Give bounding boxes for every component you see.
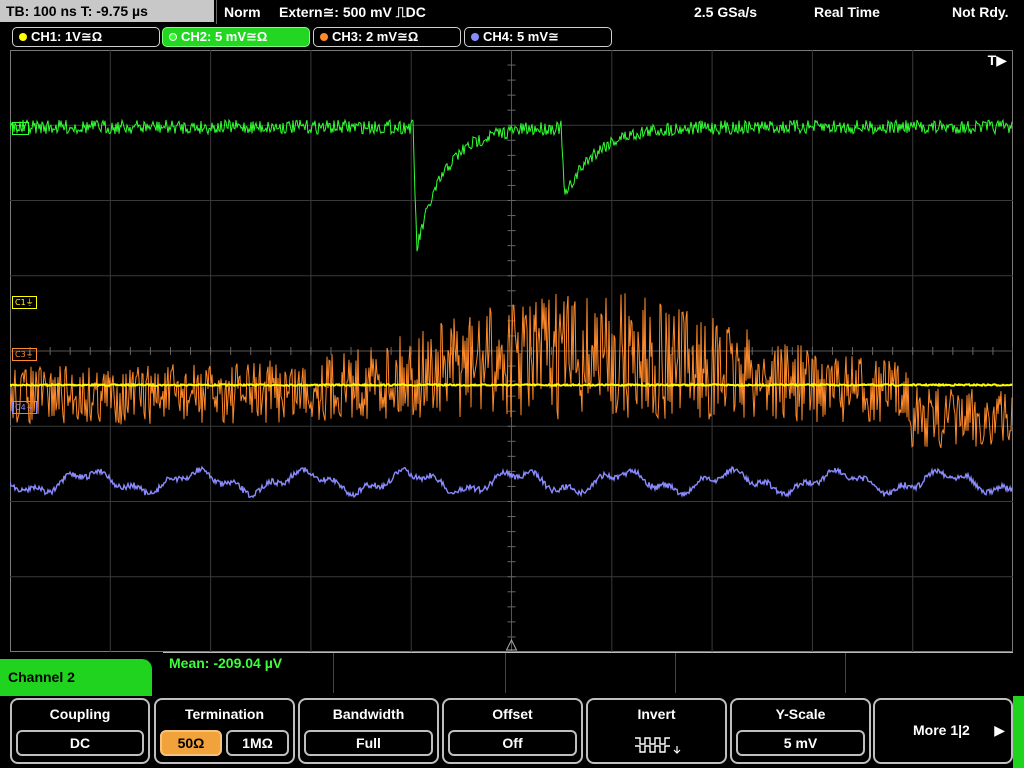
y-scale-value[interactable]: 5 mV <box>736 730 865 756</box>
channel-tabs: CH1: 1V≅Ω CH2: 5 mV≅Ω CH3: 2 mV≅Ω CH4: 5… <box>0 26 1024 48</box>
divider <box>505 653 506 693</box>
ch3-color-icon <box>320 32 328 41</box>
trigger-mode[interactable]: Norm <box>224 0 261 24</box>
divider <box>333 653 334 693</box>
y-scale-title: Y-Scale <box>775 706 826 722</box>
offset-value[interactable]: Off <box>448 730 577 756</box>
sample-rate: 2.5 GSa/s <box>694 4 758 20</box>
ch4-offset-marker[interactable]: C4⏚ <box>12 401 37 414</box>
ch1-trace <box>10 382 1013 388</box>
mean-measurement[interactable]: Mean: -209.04 µV <box>169 655 282 671</box>
termination-softkey[interactable]: Termination 50Ω 1MΩ <box>154 698 295 764</box>
tab-ch2-label: CH2: 5 mV≅Ω <box>181 29 268 44</box>
divider <box>216 0 217 24</box>
ch3-trace <box>10 293 1013 449</box>
ch2-offset-marker[interactable]: C2 <box>12 122 29 135</box>
more-label: More 1|2 <box>913 722 970 738</box>
tab-ch2[interactable]: CH2: 5 mV≅Ω <box>162 27 310 47</box>
acquisition-status: Not Rdy. <box>952 4 1009 20</box>
invert-waveform-icon <box>635 737 681 754</box>
tab-ch3[interactable]: CH3: 2 mV≅Ω <box>313 27 461 47</box>
tab-ch1-label: CH1: 1V≅Ω <box>31 29 103 44</box>
menu-frame-edge <box>1013 696 1024 768</box>
tab-ch4-label: CH4: 5 mV≅ <box>483 29 559 44</box>
ch1-color-icon <box>19 32 27 41</box>
divider <box>675 653 676 693</box>
offset-title: Offset <box>492 706 533 722</box>
ch2-color-icon <box>169 32 177 41</box>
y-scale-softkey[interactable]: Y-Scale 5 mV <box>730 698 871 764</box>
ch2-trace <box>10 118 1013 252</box>
ch4-trace <box>10 465 1013 499</box>
ch4-color-icon <box>471 32 479 41</box>
offset-softkey[interactable]: Offset Off <box>442 698 583 764</box>
tab-ch1[interactable]: CH1: 1V≅Ω <box>12 27 160 47</box>
acquisition-mode[interactable]: Real Time <box>814 0 880 24</box>
menu-title-channel: Channel 2 <box>0 659 152 696</box>
ch3-offset-marker[interactable]: C3⏚ <box>12 348 37 361</box>
timebase-readout[interactable]: TB: 100 ns T: -9.75 µs <box>0 0 214 22</box>
trigger-position-marker[interactable]: T▶ <box>988 52 1007 69</box>
tab-ch4[interactable]: CH4: 5 mV≅ <box>464 27 612 47</box>
status-bar: TB: 100 ns T: -9.75 µs Norm Extern≅: 500… <box>0 0 1024 24</box>
termination-title: Termination <box>184 706 265 722</box>
termination-50ohm-option[interactable]: 50Ω <box>160 730 222 756</box>
ch1-offset-marker[interactable]: C1⏚ <box>12 296 37 309</box>
invert-title: Invert <box>637 706 676 722</box>
coupling-softkey[interactable]: Coupling DC <box>10 698 150 764</box>
bandwidth-title: Bandwidth <box>332 706 405 722</box>
waveform-display[interactable]: T▶ C2 C1⏚ C3⏚ C4⏚ <box>10 50 1013 652</box>
divider <box>845 653 846 693</box>
bandwidth-softkey[interactable]: Bandwidth Full <box>298 698 439 764</box>
bandwidth-value[interactable]: Full <box>304 730 433 756</box>
trigger-source[interactable]: Extern≅: 500 mV ⎍DC <box>279 0 426 24</box>
coupling-value[interactable]: DC <box>16 730 144 756</box>
termination-1mohm-option[interactable]: 1MΩ <box>226 730 289 756</box>
coupling-title: Coupling <box>49 706 111 722</box>
arrow-right-icon: ▶ <box>994 722 1005 738</box>
softkey-bar: Coupling DC Termination 50Ω 1MΩ Bandwidt… <box>0 696 1024 768</box>
invert-softkey[interactable]: Invert <box>586 698 727 764</box>
measurement-panel: Mean: -209.04 µV <box>163 652 1013 693</box>
more-softkey[interactable]: More 1|2 ▶ <box>873 698 1013 764</box>
tab-ch3-label: CH3: 2 mV≅Ω <box>332 29 419 44</box>
waveform-traces <box>10 118 1013 499</box>
